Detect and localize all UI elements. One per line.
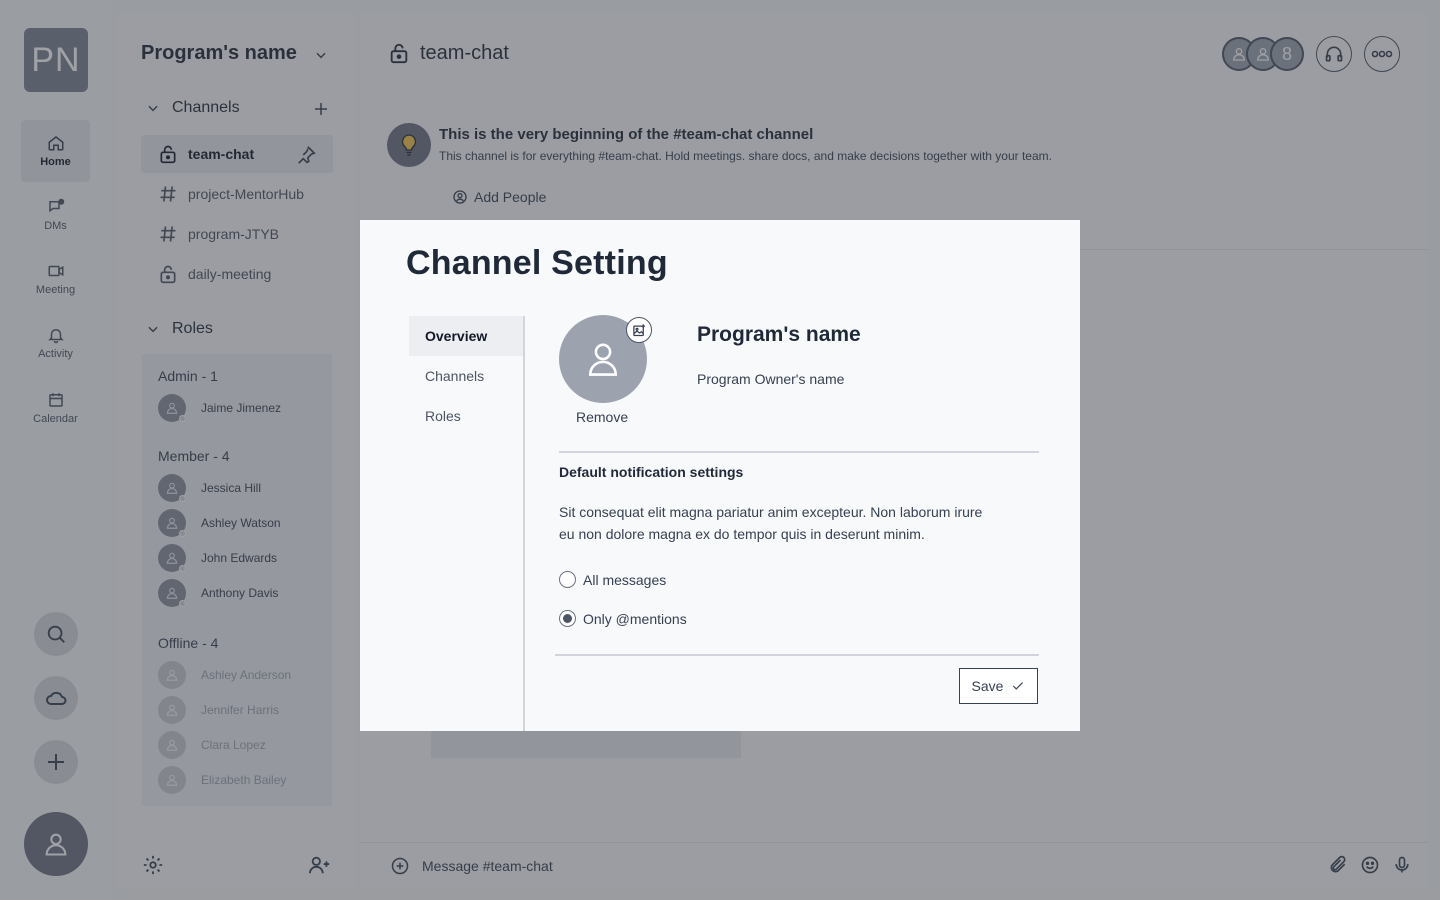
user-icon xyxy=(588,343,618,376)
change-picture-button[interactable] xyxy=(626,317,652,343)
settings-nav: Overview Channels Roles xyxy=(409,316,525,731)
option-only-mentions[interactable]: Only @mentions xyxy=(559,610,687,627)
option-label: All messages xyxy=(583,571,667,588)
save-button[interactable]: Save xyxy=(959,668,1038,704)
option-all-messages[interactable]: All messages xyxy=(559,571,666,588)
program-name-heading: Program's name xyxy=(697,323,861,346)
divider xyxy=(555,654,1039,656)
notification-settings-description: Sit consequat elit magna pariatur anim e… xyxy=(559,504,983,542)
notification-settings-heading: Default notification settings xyxy=(559,464,744,480)
option-label: Only @mentions xyxy=(583,610,687,627)
radio-checked[interactable] xyxy=(559,610,576,627)
app-window: PN Home DMs Meeting Activity Calendar Pr… xyxy=(0,0,1440,900)
tab-roles[interactable]: Roles xyxy=(409,396,523,436)
tab-channels[interactable]: Channels xyxy=(409,356,523,396)
modal-title: Channel Setting xyxy=(406,244,668,282)
remove-picture-button[interactable]: Remove xyxy=(576,409,628,425)
check-icon xyxy=(1013,682,1024,690)
radio-unchecked[interactable] xyxy=(559,571,576,588)
image-edit-icon xyxy=(632,323,645,336)
tab-overview[interactable]: Overview xyxy=(409,316,523,356)
program-owner-name: Program Owner's name xyxy=(697,371,845,387)
save-label: Save xyxy=(971,678,1004,694)
divider xyxy=(559,451,1039,453)
channel-setting-modal: Channel Setting Overview Channels Roles … xyxy=(360,220,1080,731)
